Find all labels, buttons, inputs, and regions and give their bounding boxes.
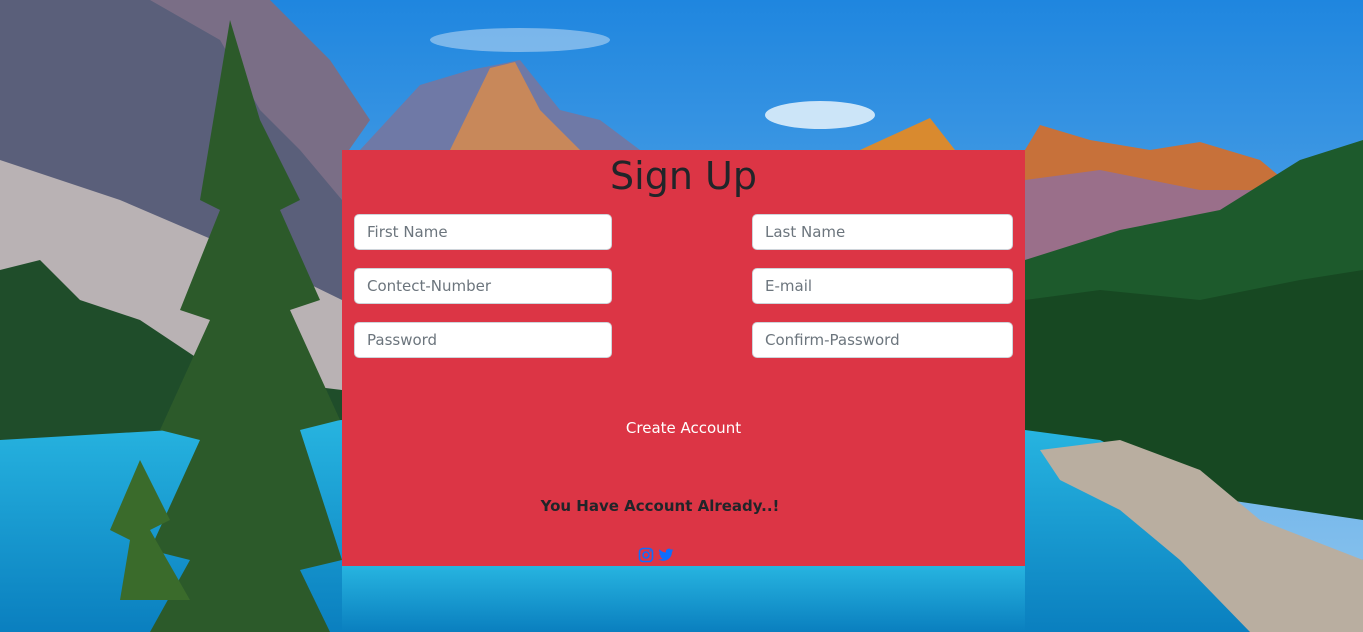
- social-links: [638, 546, 674, 564]
- create-account-button[interactable]: Create Account: [592, 412, 775, 444]
- instagram-icon: [638, 547, 654, 563]
- login-link[interactable]: You Have Account Already..!: [342, 497, 978, 515]
- twitter-link[interactable]: [658, 547, 674, 563]
- contact-number-input[interactable]: [354, 268, 612, 304]
- password-input[interactable]: [354, 322, 612, 358]
- page-title: Sign Up: [610, 154, 757, 198]
- confirm-password-input[interactable]: [752, 322, 1013, 358]
- first-name-input[interactable]: [354, 214, 612, 250]
- instagram-link[interactable]: [638, 547, 654, 563]
- last-name-input[interactable]: [752, 214, 1013, 250]
- page: Sign Up Create Account You Have Account …: [0, 0, 1363, 632]
- email-input[interactable]: [752, 268, 1013, 304]
- signup-card: Sign Up Create Account You Have Account …: [342, 150, 1025, 566]
- twitter-icon: [658, 548, 674, 561]
